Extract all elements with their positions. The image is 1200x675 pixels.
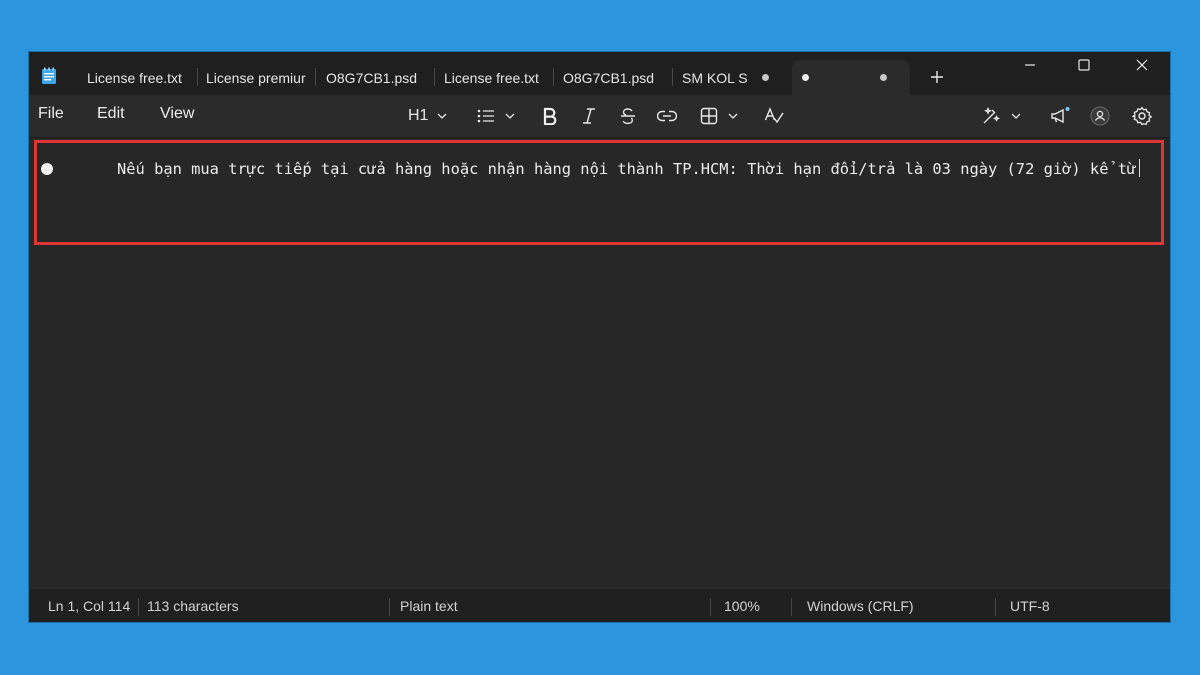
editor-line-text: Nếu bạn mua trực tiếp tại cửa hàng hoặc … xyxy=(117,160,1137,178)
gear-icon xyxy=(1132,106,1152,126)
minimize-button[interactable] xyxy=(1007,52,1053,78)
unsaved-dot-icon xyxy=(802,74,809,81)
tab-label: License free.txt xyxy=(87,69,182,86)
encoding[interactable]: UTF-8 xyxy=(1010,598,1050,614)
bullet-point xyxy=(41,163,53,175)
copilot-icon xyxy=(981,107,1001,125)
text-caret xyxy=(1139,159,1141,177)
bold-button[interactable] xyxy=(542,104,558,128)
whats-new-button[interactable] xyxy=(1049,104,1071,128)
notepad-app-icon xyxy=(41,67,57,85)
title-bar: License free.txt License premiur O8G7CB1… xyxy=(29,52,1170,95)
list-dropdown[interactable] xyxy=(477,104,515,128)
menu-file[interactable]: File xyxy=(38,105,64,123)
menu-view[interactable]: View xyxy=(160,105,194,123)
account-icon xyxy=(1090,106,1110,126)
list-icon xyxy=(477,109,495,123)
close-icon xyxy=(1136,59,1148,71)
tab-separator xyxy=(197,68,198,86)
tab-o8g7cb1-psd-2[interactable]: O8G7CB1.psd xyxy=(563,60,668,95)
menu-edit[interactable]: Edit xyxy=(97,105,125,123)
table-dropdown[interactable] xyxy=(700,104,738,128)
editor-content[interactable]: Nếu bạn mua trực tiếp tại cửa hàng hoặc … xyxy=(41,158,1159,181)
notepad-window: License free.txt License premiur O8G7CB1… xyxy=(29,52,1170,622)
status-separator xyxy=(138,598,139,616)
tab-license-premium[interactable]: License premiur xyxy=(206,60,310,95)
chevron-down-icon xyxy=(505,113,515,119)
strikethrough-button[interactable] xyxy=(619,104,637,128)
status-separator xyxy=(995,598,996,616)
line-ending[interactable]: Windows (CRLF) xyxy=(807,598,914,614)
tab-separator xyxy=(434,68,435,86)
status-bar: Ln 1, Col 114 113 characters Plain text … xyxy=(29,588,1170,622)
clear-formatting-button[interactable] xyxy=(764,104,784,128)
tab-sm-kol[interactable]: SM KOL S xyxy=(682,60,792,95)
tab-separator xyxy=(315,68,316,86)
text-format[interactable]: Plain text xyxy=(400,598,458,614)
chevron-down-icon xyxy=(437,113,447,119)
strikethrough-icon xyxy=(619,107,637,125)
status-separator xyxy=(791,598,792,616)
account-button[interactable] xyxy=(1090,104,1110,128)
cursor-position[interactable]: Ln 1, Col 114 xyxy=(48,598,130,614)
zoom-level[interactable]: 100% xyxy=(724,598,760,614)
italic-button[interactable] xyxy=(581,104,597,128)
plus-icon xyxy=(930,70,944,84)
tab-license-free-2[interactable]: License free.txt xyxy=(444,60,554,95)
menu-bar: File Edit View H1 xyxy=(29,95,1170,138)
italic-icon xyxy=(581,107,597,125)
copilot-dropdown[interactable] xyxy=(981,104,1021,128)
status-separator xyxy=(389,598,390,616)
tab-label: License free.txt xyxy=(444,69,539,86)
tab-active-untitled[interactable] xyxy=(792,60,910,95)
table-icon xyxy=(700,107,718,125)
status-separator xyxy=(710,598,711,616)
spellcheck-icon xyxy=(764,107,784,125)
tab-license-free-1[interactable]: License free.txt xyxy=(87,60,191,95)
tab-close-dot-icon[interactable] xyxy=(880,74,887,81)
character-count[interactable]: 113 characters xyxy=(147,598,239,614)
close-button[interactable] xyxy=(1119,52,1165,78)
link-button[interactable] xyxy=(657,104,677,128)
chevron-down-icon xyxy=(1011,113,1021,119)
new-tab-button[interactable] xyxy=(914,62,960,92)
chevron-down-icon xyxy=(728,113,738,119)
maximize-icon xyxy=(1078,59,1090,71)
tab-label: O8G7CB1.psd xyxy=(326,69,418,86)
tab-separator xyxy=(553,68,554,86)
tab-separator xyxy=(672,68,673,86)
bold-icon xyxy=(542,107,558,125)
tab-o8g7cb1-psd-1[interactable]: O8G7CB1.psd xyxy=(326,60,431,95)
maximize-button[interactable] xyxy=(1061,52,1107,78)
link-icon xyxy=(657,110,677,122)
editor-area[interactable]: Nếu bạn mua trực tiếp tại cửa hàng hoặc … xyxy=(29,138,1170,588)
announcement-icon xyxy=(1049,106,1071,126)
tab-label: O8G7CB1.psd xyxy=(563,69,655,86)
heading-dropdown[interactable]: H1 xyxy=(408,104,447,128)
tab-label: License premiur xyxy=(206,69,306,86)
minimize-icon xyxy=(1024,59,1036,71)
tab-label: SM KOL S xyxy=(682,69,748,86)
heading-label: H1 xyxy=(408,107,429,124)
settings-button[interactable] xyxy=(1132,104,1152,128)
unsaved-dot-icon xyxy=(762,74,769,81)
